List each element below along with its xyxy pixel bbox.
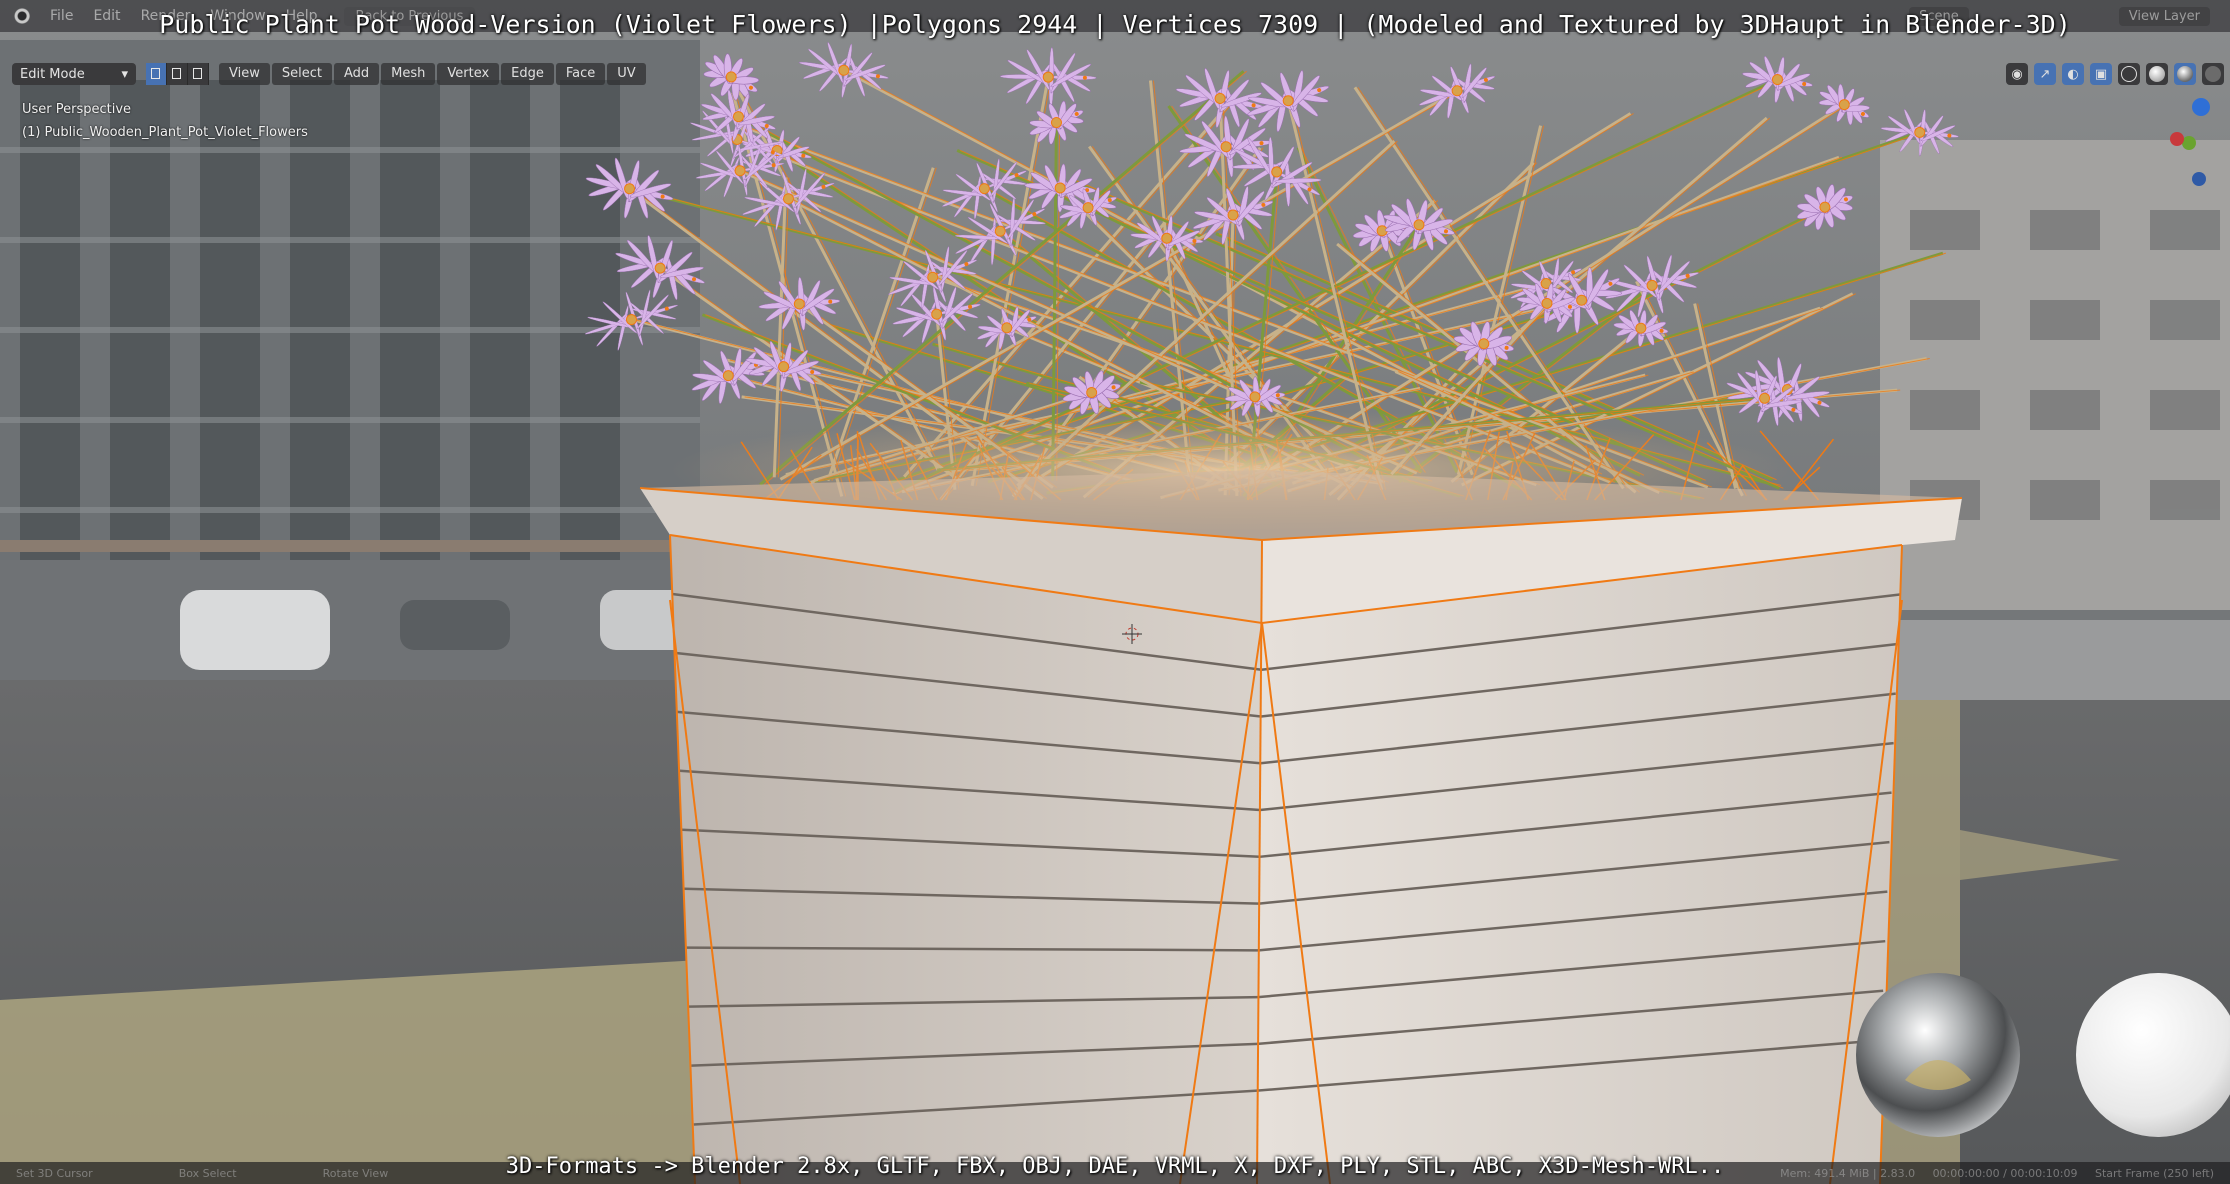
title-caption: Public Plant Pot Wood-Version (Violet Fl… (159, 10, 2071, 39)
gizmo-toggle-icon[interactable]: ↗ (2034, 63, 2056, 85)
header-menu-face[interactable]: Face (555, 63, 606, 85)
face-select-icon[interactable] (188, 63, 209, 85)
header-menu-vertex[interactable]: Vertex (437, 63, 500, 85)
mode-label: Edit Mode (20, 66, 85, 82)
visibility-icon[interactable]: ◉ (2006, 63, 2028, 85)
header-menu-add[interactable]: Add (333, 63, 380, 85)
header-menu-edge[interactable]: Edge (501, 63, 554, 85)
header-menu-view[interactable]: View (219, 63, 270, 85)
viewport-3d[interactable] (0, 0, 2230, 1184)
header-menu-mesh[interactable]: Mesh (381, 63, 436, 85)
perspective-label: User Perspective (22, 102, 132, 117)
y-axis-icon[interactable] (2182, 136, 2196, 150)
viewport-header: Edit Mode ▾ View Select Add Mesh Vertex … (0, 60, 648, 88)
neg-z-axis-icon[interactable] (2192, 172, 2206, 186)
z-axis-icon[interactable] (2192, 98, 2210, 116)
3d-cursor-icon (1122, 624, 1142, 644)
header-menu-uv[interactable]: UV (607, 63, 646, 85)
active-object-label: (1) Public_Wooden_Plant_Pot_Violet_Flowe… (22, 125, 308, 140)
xray-toggle-icon[interactable]: ▣ (2090, 63, 2112, 85)
solid-shading-icon[interactable] (2146, 63, 2168, 85)
edge-select-icon[interactable] (167, 63, 188, 85)
header-menu-select[interactable]: Select (271, 63, 332, 85)
material-preview-shading-icon[interactable] (2174, 63, 2196, 85)
viewport-shading-tools: ◉ ↗ ◐ ▣ (2006, 60, 2230, 88)
vertex-select-icon[interactable] (146, 63, 167, 85)
viewport-info-text: User Perspective (1) Public_Wooden_Plant… (22, 98, 308, 144)
rendered-shading-icon[interactable] (2202, 63, 2224, 85)
formats-caption: 3D-Formats -> Blender 2.8x, GLTF, FBX, O… (505, 1154, 1725, 1179)
navigation-gizmo[interactable] (2170, 96, 2228, 192)
overlay-toggle-icon[interactable]: ◐ (2062, 63, 2084, 85)
wireframe-shading-icon[interactable] (2118, 63, 2140, 85)
chevron-down-icon: ▾ (121, 66, 128, 82)
chrome-sphere-preview (1856, 973, 2020, 1137)
mode-dropdown[interactable]: Edit Mode ▾ (12, 63, 136, 85)
x-axis-icon[interactable] (2170, 132, 2184, 146)
select-mode-group (146, 63, 209, 85)
